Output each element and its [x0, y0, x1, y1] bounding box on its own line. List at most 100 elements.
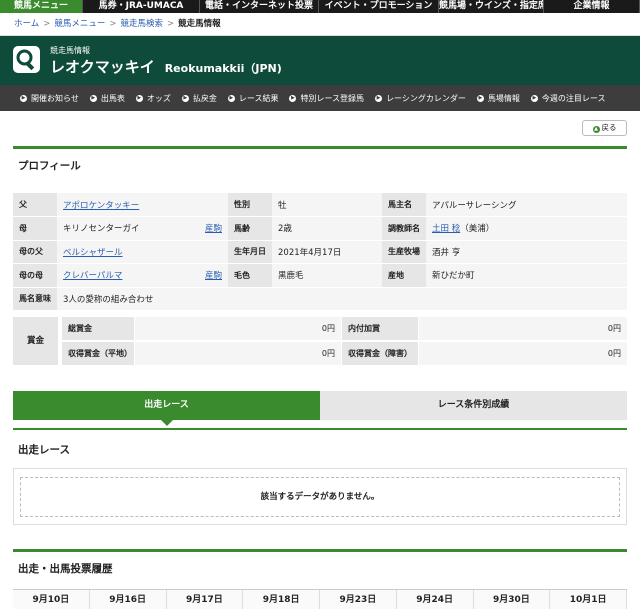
breadcrumb-current: 競走馬情報 [178, 19, 221, 29]
profile-table: 父 アポロケンタッキー 性別 牡 馬主名 アパルーサレーシング 母 キリノセンタ… [13, 193, 627, 311]
chevron-right-icon: ▶ [89, 94, 97, 102]
subnav-label: レーシングカレンダー [386, 93, 466, 103]
subnav-label: 特別レース登録馬 [300, 93, 365, 103]
added-prize-label: 内付加賞 [342, 317, 418, 340]
trainer-affiliation: （美浦） [460, 224, 495, 235]
tab-races[interactable]: 出走レース [13, 391, 320, 426]
name-meaning-value: 3人の愛称の組み合わせ [57, 287, 627, 311]
owner-value: アパルーサレーシング [426, 193, 627, 217]
damdam-link[interactable]: クレバーパルマ [63, 269, 122, 281]
dam-offspring-link[interactable]: 産駒 [205, 222, 222, 234]
breadcrumb-horse-search[interactable]: 競走馬検索 [121, 19, 164, 29]
subnav-item-featured[interactable]: ▶ 今週の注目レース [530, 93, 606, 104]
header-subtitle: 競走馬情報 [50, 46, 90, 55]
section-divider [13, 146, 627, 149]
age-label: 馬齢 [228, 216, 272, 241]
chevron-up-icon: ▲ [592, 126, 600, 133]
history-title: 出走・出馬投票履歴 [18, 563, 113, 575]
damdam-offspring-link[interactable]: 産駒 [205, 269, 222, 281]
origin-label: 産地 [382, 263, 426, 288]
sex-value: 牡 [272, 193, 382, 217]
horse-name-en: Reokumakkii（JPN) [164, 62, 282, 75]
breadcrumb-separator: > [43, 19, 51, 29]
prize-header: 賞金 [13, 317, 58, 365]
trainer-value: 土田 稔（美浦） [426, 216, 627, 241]
table-row: 母 キリノセンターガイ 産駒 馬齢 2歳 調教師名 土田 稔（美浦） [13, 216, 627, 241]
subnav-item-entries[interactable]: ▶ 出馬表 [89, 93, 125, 104]
subnav-label: レース結果 [238, 93, 279, 103]
total-prize-value: 0円 [135, 317, 341, 340]
subnav-item-calendar[interactable]: ▶ レーシングカレンダー [375, 93, 466, 104]
age-value: 2歳 [272, 216, 382, 241]
jump-prize-value: 0円 [419, 342, 627, 365]
subnav-item-odds[interactable]: ▶ オッズ [135, 93, 171, 104]
sire-value: アポロケンタッキー [57, 193, 228, 217]
search-icon [13, 46, 40, 73]
section-divider [13, 428, 627, 430]
back-button-label: 戻る [601, 123, 617, 132]
breadcrumb-keiba-menu[interactable]: 競馬メニュー [54, 19, 105, 29]
subnav-label: 出馬表 [100, 93, 125, 103]
chevron-right-icon: ▶ [530, 94, 538, 102]
damdam-label: 母の母 [13, 263, 57, 288]
subnav-label: 払戻金 [192, 93, 217, 103]
races-title: 出走レース [18, 444, 70, 456]
damsire-link[interactable]: ベルシャザール [63, 248, 123, 258]
added-prize-value: 0円 [419, 317, 627, 340]
top-nav-keiba-menu[interactable]: 競馬メニュー [0, 0, 83, 13]
yen-unit: 円 [327, 349, 335, 358]
color-label: 毛色 [228, 263, 272, 288]
damdam-value: クレバーパルマ 産駒 [57, 263, 228, 288]
back-button[interactable]: ▲ 戻る [582, 120, 627, 136]
breadcrumb-separator: > [167, 19, 175, 29]
section-divider [13, 549, 627, 552]
races-panel: 該当するデータがありません。 [13, 468, 627, 525]
origin-value: 新ひだか町 [426, 263, 627, 288]
owner-label: 馬主名 [382, 193, 426, 217]
page-header: 競走馬情報 レオクマッキイ Reokumakkii（JPN) [0, 36, 640, 85]
table-row: 馬名意味 3人の愛称の組み合わせ [13, 287, 627, 311]
sex-label: 性別 [228, 193, 272, 217]
yen-unit: 円 [613, 349, 621, 358]
dam-value: キリノセンターガイ 産駒 [57, 216, 228, 241]
dam-name: キリノセンターガイ [63, 224, 140, 235]
color-value: 黒鹿毛 [272, 263, 382, 288]
sire-link[interactable]: アポロケンタッキー [63, 201, 139, 211]
prize-table: 賞金 総賞金 0円 内付加賞 0円 収得賞金（平地） 0円 収得賞金（障害） 0… [13, 317, 627, 365]
chevron-right-icon: ▶ [181, 94, 189, 102]
chevron-right-icon: ▶ [20, 94, 27, 102]
sub-nav: ▶ 開催お知らせ ▶ 出馬表 ▶ オッズ ▶ 払戻金 ▶ レース結果 ▶ 特別レース登録馬 … [0, 85, 640, 111]
birthdate-label: 生年月日 [228, 240, 272, 264]
dam-label: 母 [13, 216, 57, 241]
chevron-right-icon: ▶ [375, 94, 383, 102]
subnav-item-results[interactable]: ▶ レース結果 [227, 93, 279, 104]
top-nav: 競馬メニュー 馬券・JRA-UMACA 電話・インターネット投票 イベント・プロ… [0, 0, 640, 13]
top-nav-event[interactable]: イベント・プロモーション [319, 0, 439, 13]
total-prize-label: 総賞金 [62, 317, 134, 340]
subnav-item-payout[interactable]: ▶ 払戻金 [181, 93, 217, 104]
top-nav-racecourse[interactable]: 競馬場・ウインズ・指定席 [439, 0, 544, 13]
breadcrumb-separator: > [109, 19, 117, 29]
flat-prize-label: 収得賞金（平地） [62, 342, 134, 365]
breeder-value: 酒井 亨 [426, 240, 627, 264]
subnav-item-special[interactable]: ▶ 特別レース登録馬 [289, 93, 364, 104]
trainer-link[interactable]: 土田 稔 [432, 224, 460, 234]
birthdate-value: 2021年4月17日 [272, 240, 382, 264]
top-nav-baken[interactable]: 馬券・JRA-UMACA [83, 0, 200, 13]
damsire-value: ベルシャザール [57, 240, 228, 264]
table-row: 父 アポロケンタッキー 性別 牡 馬主名 アパルーサレーシング [13, 193, 627, 217]
top-nav-corporate[interactable]: 企業情報 [544, 0, 640, 13]
subnav-item-notice[interactable]: ▶ 開催お知らせ [20, 93, 79, 104]
top-nav-vote[interactable]: 電話・インターネット投票 [200, 0, 319, 13]
yen-unit: 円 [327, 324, 335, 333]
sire-label: 父 [13, 193, 57, 217]
subnav-item-track[interactable]: ▶ 馬場情報 [476, 93, 520, 104]
horse-name: レオクマッキイ Reokumakkii（JPN) [50, 56, 282, 77]
subnav-label: 今週の注目レース [541, 93, 606, 103]
tab-bar: 出走レース レース条件別成績 [13, 391, 627, 426]
flat-prize-value: 0円 [135, 342, 341, 365]
table-row: 母の母 クレバーパルマ 産駒 毛色 黒鹿毛 産地 新ひだか町 [13, 263, 627, 288]
trainer-label: 調教師名 [382, 216, 426, 241]
breadcrumb-home[interactable]: ホーム [14, 19, 39, 29]
tab-condition-results[interactable]: レース条件別成績 [320, 391, 627, 420]
